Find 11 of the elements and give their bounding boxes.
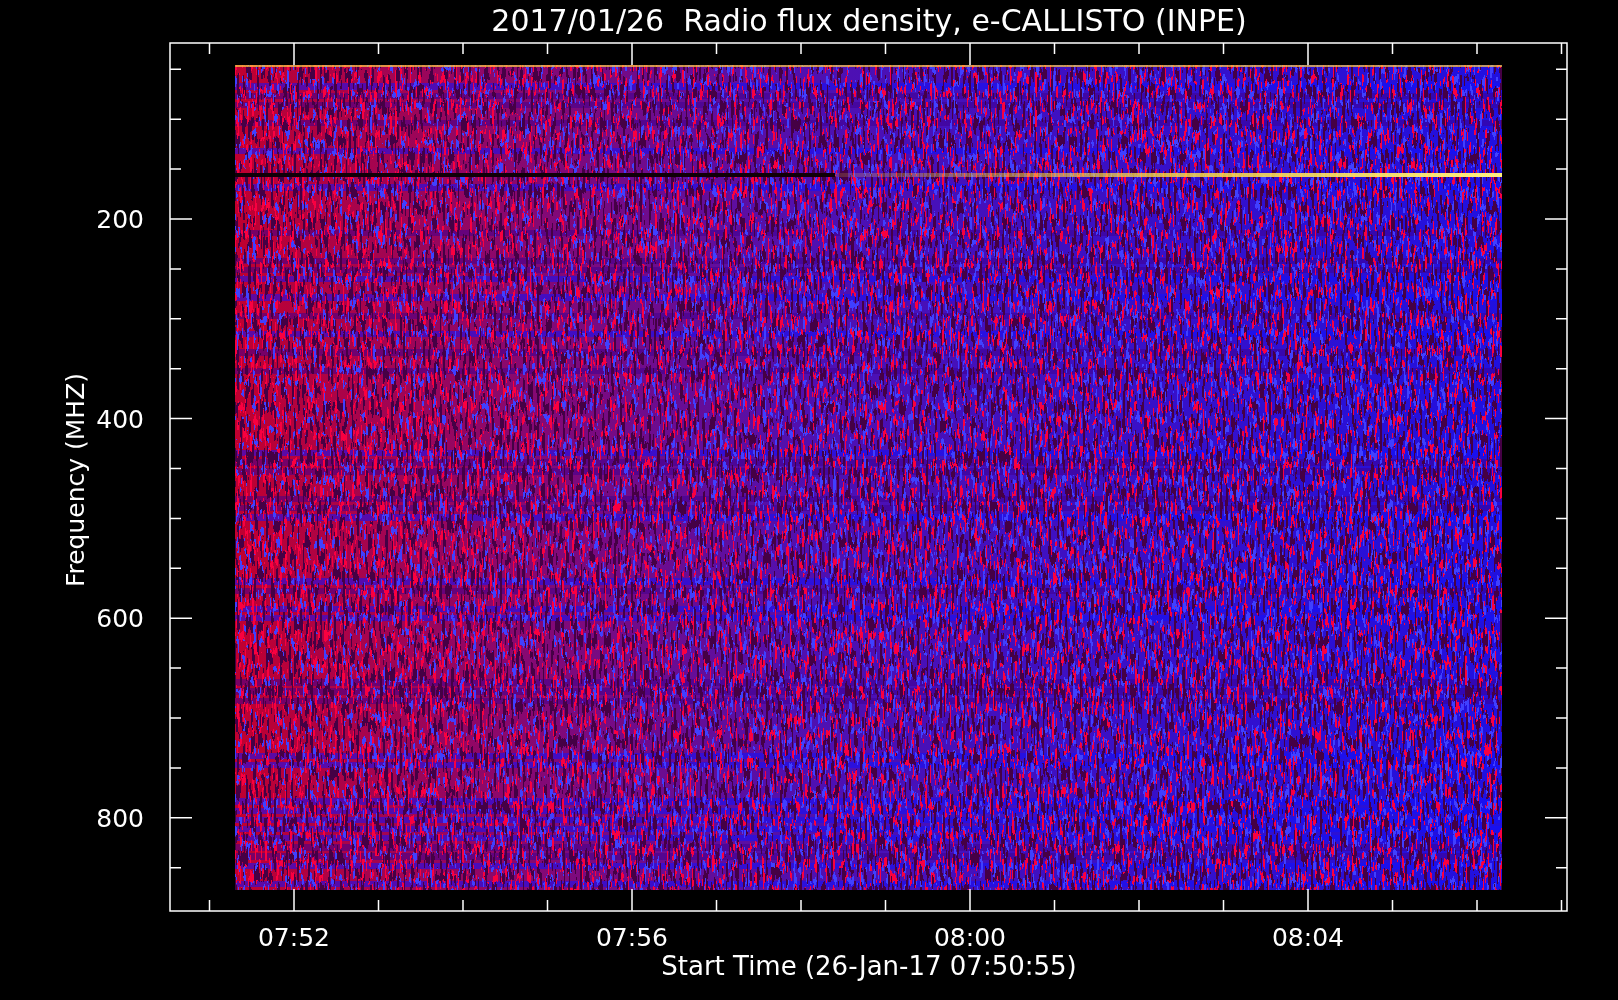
y-tick-label: 400 [96, 404, 144, 434]
y-tick-label: 200 [96, 205, 144, 234]
chart-title: 2017/01/26 Radio flux density, e-CALLISTO (INPE) [491, 3, 1247, 38]
y-axis-label: Frequency (MHZ) [61, 372, 90, 588]
y-tick-label: 600 [96, 604, 144, 634]
y-tick-label: 800 [96, 803, 144, 833]
x-tick-label: 07:52 [258, 923, 330, 952]
x-axis-label: Start Time (26-Jan-17 07:50:55) [661, 951, 1077, 981]
x-tick-label: 08:04 [1272, 923, 1344, 952]
x-tick-label: 07:56 [596, 923, 668, 952]
x-tick-label: 08:00 [934, 923, 1006, 952]
